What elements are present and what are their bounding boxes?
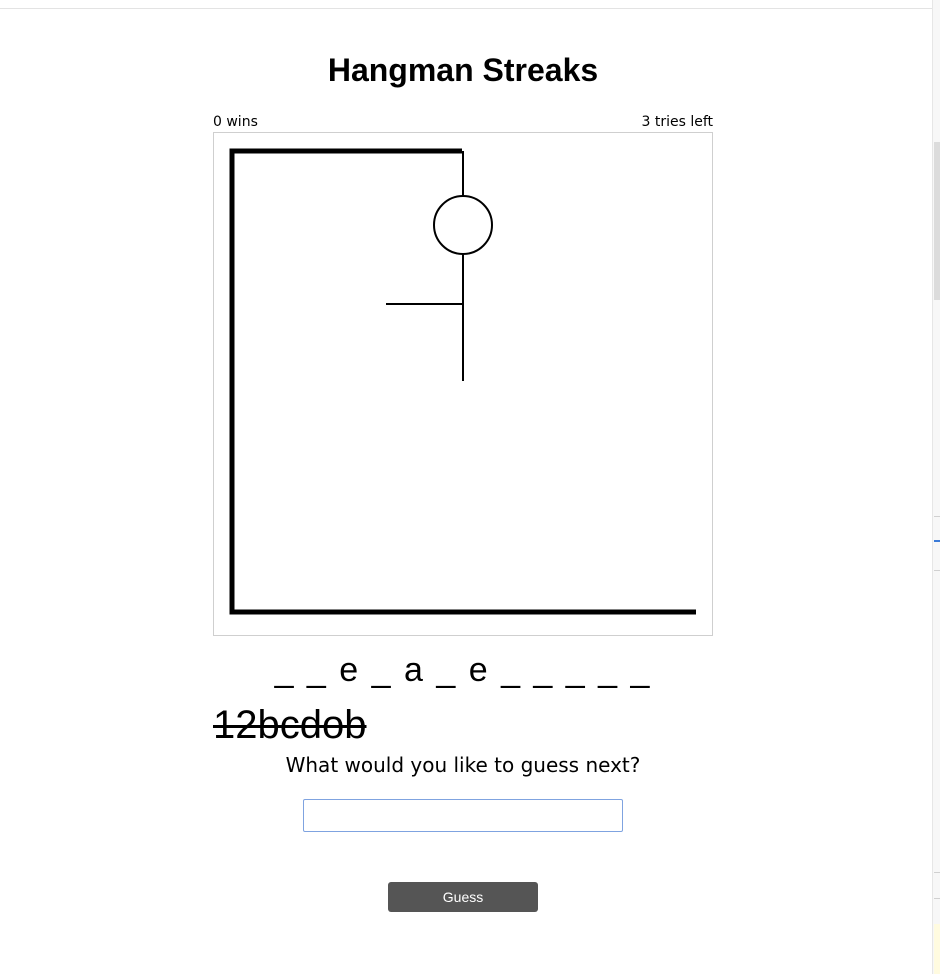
scrollbar-thumb[interactable]: [934, 142, 940, 300]
scrollbar-tick: [934, 570, 940, 571]
top-divider: [0, 8, 932, 9]
tries-left-counter: 3 tries left: [641, 114, 713, 130]
scrollbar-tick: [934, 872, 940, 873]
wins-counter: 0 wins: [213, 114, 258, 130]
guess-button[interactable]: Guess: [388, 882, 538, 912]
hangman-head: [433, 195, 493, 255]
scrollbar-marker: [934, 540, 940, 542]
guess-prompt: What would you like to guess next?: [285, 753, 641, 777]
guessed-letters: 12bcdob: [213, 703, 367, 747]
scrollbar-tick: [934, 898, 940, 899]
scrollbar-tick: [934, 516, 940, 517]
word-display: _ _ e _ a _ e _ _ _ _ _: [274, 651, 652, 689]
gallows: [229, 148, 696, 615]
hangman-drawing: [229, 148, 696, 615]
hangman-canvas: [213, 132, 713, 636]
scrollbar-highlight: [934, 924, 940, 974]
page-title: Hangman Streaks: [327, 52, 599, 88]
guess-input[interactable]: [303, 799, 623, 832]
